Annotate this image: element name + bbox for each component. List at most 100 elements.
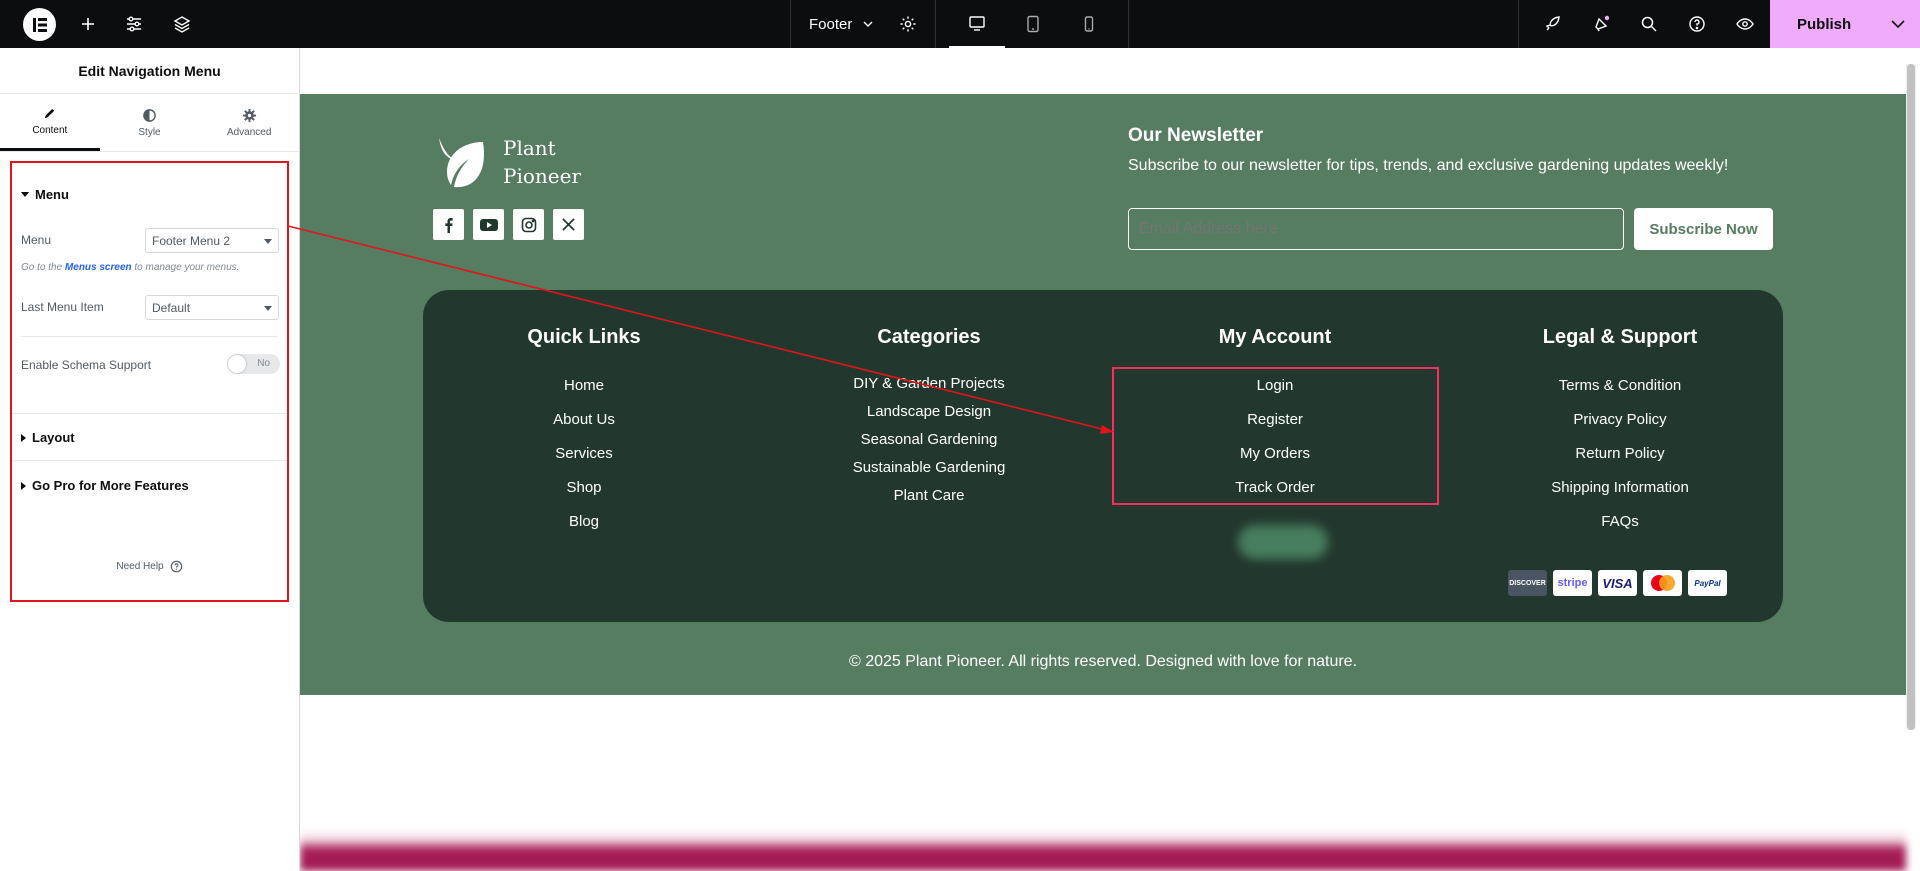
- site-footer: Plant Pioneer Our Newsletter Subscribe t…: [300, 94, 1906, 695]
- half-circle-icon: [143, 108, 156, 122]
- caret-down-icon: [21, 192, 29, 197]
- mobile-icon[interactable]: [1061, 0, 1117, 48]
- schema-support-toggle[interactable]: No: [227, 354, 280, 374]
- mastercard-icon: [1643, 570, 1682, 596]
- facebook-icon[interactable]: [433, 209, 464, 240]
- footer-link-terms[interactable]: Terms & Condition: [1490, 369, 1750, 403]
- section-layout-header[interactable]: Layout: [12, 430, 75, 445]
- footer-link-return[interactable]: Return Policy: [1490, 437, 1750, 471]
- scrollbar-thumb[interactable]: [1907, 64, 1915, 730]
- help-prefix: Go to the: [21, 262, 65, 273]
- divider: [12, 460, 287, 461]
- last-menu-item-label: Last Menu Item: [21, 300, 104, 314]
- footer-link-login[interactable]: Login: [1145, 369, 1405, 403]
- editor-top-bar: Footer Publish: [0, 0, 1920, 48]
- footer-link-seasonal[interactable]: Seasonal Gardening: [799, 426, 1059, 454]
- chevron-down-icon[interactable]: [1888, 14, 1908, 34]
- toggle-knob: [228, 355, 246, 373]
- menu-select-value: Footer Menu 2: [152, 234, 231, 248]
- footer-link-privacy[interactable]: Privacy Policy: [1490, 403, 1750, 437]
- footer-link-my-orders[interactable]: My Orders: [1145, 437, 1405, 471]
- preview-eye-icon[interactable]: [1733, 0, 1757, 48]
- newsletter-title: Our Newsletter: [1128, 125, 1264, 146]
- footer-link-track-order[interactable]: Track Order: [1145, 471, 1405, 505]
- need-help-label: Need Help: [116, 561, 164, 572]
- newsletter-email-input[interactable]: [1128, 208, 1624, 250]
- leaf-logo-icon: [439, 138, 485, 188]
- tab-style[interactable]: Style: [100, 94, 200, 151]
- menus-screen-link[interactable]: Menus screen: [65, 262, 132, 273]
- notifications-icon[interactable]: [1589, 0, 1613, 48]
- divider: [12, 413, 287, 414]
- subscribe-now-button[interactable]: Subscribe Now: [1634, 208, 1773, 250]
- menu-select[interactable]: Footer Menu 2: [145, 228, 279, 253]
- footer-link-register[interactable]: Register: [1145, 403, 1405, 437]
- x-twitter-icon[interactable]: [553, 209, 584, 240]
- footer-link-shipping[interactable]: Shipping Information: [1490, 471, 1750, 505]
- section-title: Menu: [35, 187, 69, 202]
- editor-panel: Edit Navigation Menu Content Style Advan…: [0, 48, 300, 871]
- canvas-scrollbar[interactable]: [1906, 64, 1916, 730]
- menu-select-label: Menu: [21, 233, 52, 247]
- page-settings-gear-icon[interactable]: [896, 0, 920, 48]
- add-element-icon[interactable]: [76, 0, 100, 48]
- need-help-link[interactable]: Need Help: [12, 560, 287, 573]
- footer-link-sustainable[interactable]: Sustainable Gardening: [799, 454, 1059, 482]
- footer-link-blog[interactable]: Blog: [454, 505, 714, 539]
- newsletter-description: Subscribe to our newsletter for tips, tr…: [1128, 157, 1729, 174]
- payment-methods: DISCOVER stripe VISA PayPal: [1508, 570, 1727, 596]
- section-title: Go Pro for More Features: [32, 478, 189, 493]
- footer-link-home[interactable]: Home: [454, 369, 714, 403]
- structure-layers-icon[interactable]: [170, 0, 194, 48]
- toggle-text: No: [257, 358, 270, 369]
- menu-controls-highlight-box: Menu Menu Footer Menu 2 Go to the Menus …: [10, 161, 289, 602]
- footer-link-diy-garden[interactable]: DIY & Garden Projects: [799, 370, 1059, 398]
- section-go-pro-header[interactable]: Go Pro for More Features: [12, 478, 189, 493]
- section-menu-header[interactable]: Menu: [12, 187, 69, 202]
- tab-advanced[interactable]: Advanced: [199, 94, 299, 151]
- caret-right-icon: [21, 433, 26, 442]
- tab-label: Advanced: [226, 126, 272, 138]
- tab-label: Content: [32, 125, 68, 136]
- visa-badge: VISA: [1598, 570, 1637, 596]
- quick-links-heading: Quick Links: [527, 326, 641, 348]
- social-links: [433, 209, 584, 240]
- last-menu-item-select[interactable]: Default: [145, 295, 279, 320]
- rocket-icon[interactable]: [1541, 0, 1565, 48]
- tab-content[interactable]: Content: [0, 94, 100, 151]
- brand-logo[interactable]: Plant Pioneer: [433, 134, 593, 190]
- footer-link-plant-care[interactable]: Plant Care: [799, 482, 1059, 510]
- instagram-icon[interactable]: [513, 209, 544, 240]
- panel-tabs: Content Style Advanced: [0, 94, 299, 152]
- help-icon[interactable]: [1685, 0, 1709, 48]
- dropdown-arrow-icon: [264, 239, 272, 244]
- footer-link-services[interactable]: Services: [454, 437, 714, 471]
- desktop-icon[interactable]: [949, 0, 1005, 48]
- divider: [21, 336, 278, 337]
- publish-button[interactable]: Publish: [1770, 0, 1920, 48]
- categories-list: DIY & Garden Projects Landscape Design S…: [799, 370, 1059, 510]
- menus-help-text: Go to the Menus screen to manage your me…: [21, 262, 239, 273]
- gear-icon: [242, 108, 256, 122]
- footer-link-about-us[interactable]: About Us: [454, 403, 714, 437]
- footer-link-shop[interactable]: Shop: [454, 471, 714, 505]
- my-account-list: Login Register My Orders Track Order: [1145, 369, 1405, 505]
- tablet-icon[interactable]: [1005, 0, 1061, 48]
- paypal-badge: PayPal: [1688, 570, 1727, 596]
- footer-link-landscape[interactable]: Landscape Design: [799, 398, 1059, 426]
- caret-right-icon: [21, 481, 26, 490]
- elementor-logo-icon[interactable]: [23, 8, 56, 41]
- legal-support-list: Terms & Condition Privacy Policy Return …: [1490, 369, 1750, 539]
- footer-link-faqs[interactable]: FAQs: [1490, 505, 1750, 539]
- my-account-heading: My Account: [1218, 326, 1332, 348]
- search-icon[interactable]: [1637, 0, 1661, 48]
- quick-links-list: Home About Us Services Shop Blog: [454, 369, 714, 539]
- help-suffix: to manage your menus.: [131, 262, 240, 273]
- publish-label: Publish: [1797, 15, 1852, 33]
- brand-line: Plant: [503, 136, 556, 160]
- youtube-icon[interactable]: [473, 209, 504, 240]
- footer-links-card: Quick Links Home About Us Services Shop …: [423, 290, 1783, 622]
- blurred-next-section: [300, 830, 1906, 871]
- document-name: Footer: [809, 15, 853, 33]
- site-settings-icon[interactable]: [122, 0, 146, 48]
